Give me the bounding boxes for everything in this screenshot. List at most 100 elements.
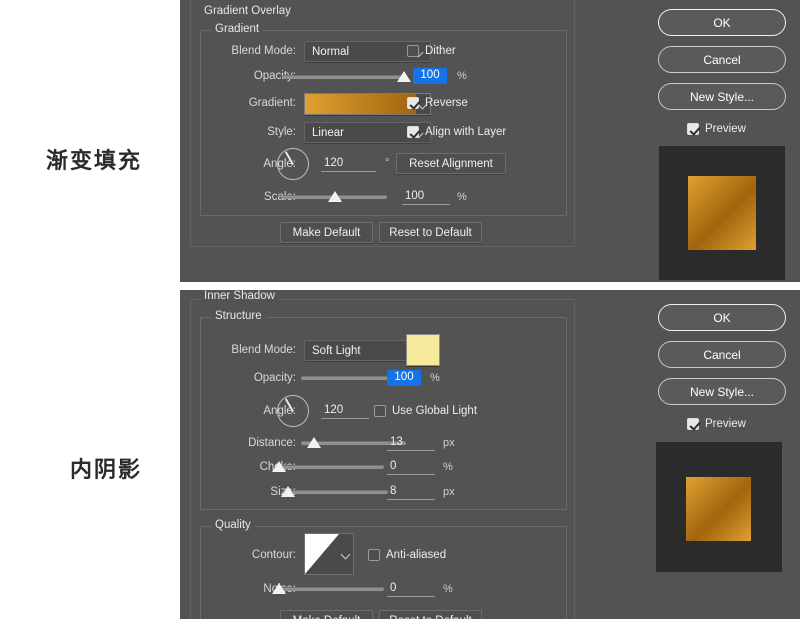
use-global-light-checkbox[interactable]: Use Global Light — [374, 405, 477, 417]
ok-button[interactable]: OK — [658, 304, 786, 331]
preview-checkbox[interactable]: Preview — [687, 123, 746, 135]
noise-slider[interactable] — [279, 582, 384, 596]
size-slider[interactable] — [283, 485, 388, 499]
checkbox-box — [374, 405, 386, 417]
shadow-opacity-label: Opacity: — [200, 372, 296, 384]
gradient-overlay-sidebar: OK Cancel New Style... Preview — [645, 0, 800, 282]
opacity-value-input[interactable]: 100 — [413, 68, 447, 84]
angle-needle — [285, 398, 294, 412]
shadow-blend-mode-value: Soft Light — [312, 345, 361, 357]
slider-track — [282, 75, 404, 79]
angle-dial[interactable] — [277, 148, 309, 180]
distance-unit: px — [443, 437, 455, 449]
anti-aliased-label: Anti-aliased — [386, 549, 446, 561]
layer-preview-thumbnail — [656, 442, 782, 572]
chevron-down-icon[interactable] — [339, 534, 353, 574]
choke-unit: % — [443, 461, 453, 473]
slider-thumb[interactable] — [328, 191, 342, 202]
size-value-input[interactable]: 8 — [387, 484, 435, 500]
contour-picker[interactable] — [304, 533, 354, 575]
ok-button[interactable]: OK — [658, 9, 786, 36]
blend-mode-label: Blend Mode: — [200, 45, 296, 57]
use-global-light-label: Use Global Light — [392, 405, 477, 417]
reverse-label: Reverse — [425, 97, 468, 109]
gradient-overlay-title: Gradient Overlay — [200, 5, 295, 17]
reset-to-default-button[interactable]: Reset to Default — [379, 610, 482, 619]
preview-shape — [688, 176, 756, 250]
preview-checkbox[interactable]: Preview — [687, 418, 746, 430]
noise-unit: % — [443, 583, 453, 595]
choke-slider[interactable] — [279, 460, 384, 474]
preview-label: Preview — [705, 123, 746, 135]
contour-label: Contour: — [200, 549, 296, 561]
shadow-angle-value-input[interactable]: 120 — [321, 403, 369, 419]
anti-aliased-checkbox[interactable]: Anti-aliased — [368, 549, 446, 561]
opacity-slider[interactable] — [282, 70, 404, 84]
shadow-blend-mode-label: Blend Mode: — [200, 344, 296, 356]
cancel-button[interactable]: Cancel — [658, 341, 786, 368]
inner-shadow-sidebar: OK Cancel New Style... Preview — [645, 290, 800, 619]
structure-group-title: Structure — [211, 310, 266, 322]
checkbox-box — [687, 123, 699, 135]
style-label: Style: — [200, 126, 296, 138]
gradient-overlay-dialog: Gradient Overlay Gradient Blend Mode: No… — [180, 0, 800, 282]
dither-label: Dither — [425, 45, 456, 57]
gradient-preview-strip — [305, 94, 416, 114]
panel-separator — [180, 282, 800, 290]
slider-thumb[interactable] — [307, 437, 321, 448]
slider-thumb[interactable] — [272, 461, 286, 472]
make-default-button[interactable]: Make Default — [280, 610, 373, 619]
reverse-checkbox[interactable]: Reverse — [407, 97, 468, 109]
make-default-button[interactable]: Make Default — [280, 222, 373, 243]
gradient-label: Gradient: — [200, 97, 296, 109]
shadow-color-swatch[interactable] — [406, 334, 440, 366]
choke-value-input[interactable]: 0 — [387, 459, 435, 475]
checkbox-box — [687, 418, 699, 430]
checkbox-box — [407, 126, 419, 138]
new-style-button[interactable]: New Style... — [658, 378, 786, 405]
inner-shadow-dialog: Inner Shadow Structure Blend Mode: Soft … — [180, 290, 800, 619]
dither-checkbox[interactable]: Dither — [407, 45, 456, 57]
noise-value-input[interactable]: 0 — [387, 581, 435, 597]
style-value: Linear — [312, 127, 344, 139]
scale-slider[interactable] — [282, 190, 387, 204]
annotation-inner-shadow: 内阴影 — [70, 452, 142, 484]
gradient-overlay-body: Gradient Overlay Gradient Blend Mode: No… — [180, 0, 645, 282]
slider-track — [283, 490, 388, 494]
gradient-group-title: Gradient — [211, 23, 263, 35]
slider-track — [279, 587, 384, 591]
align-with-layer-checkbox[interactable]: Align with Layer — [407, 126, 506, 138]
checkbox-box — [368, 549, 380, 561]
inner-shadow-body: Inner Shadow Structure Blend Mode: Soft … — [180, 290, 645, 619]
preview-shape — [686, 477, 751, 541]
scale-unit: % — [457, 191, 467, 203]
layer-preview-thumbnail — [659, 146, 785, 280]
reset-to-default-button[interactable]: Reset to Default — [379, 222, 482, 243]
blend-mode-value: Normal — [312, 46, 349, 58]
screenshot-root: 渐变填充 内阴影 Gradient Overlay Gradient Blend… — [0, 0, 800, 619]
shadow-angle-dial[interactable] — [277, 395, 309, 427]
slider-thumb[interactable] — [397, 71, 411, 82]
preview-label: Preview — [705, 418, 746, 430]
cancel-button[interactable]: Cancel — [658, 46, 786, 73]
shadow-opacity-unit: % — [430, 372, 440, 384]
distance-label: Distance: — [200, 437, 296, 449]
slider-thumb[interactable] — [272, 583, 286, 594]
angle-unit: ° — [385, 157, 389, 169]
angle-needle — [285, 151, 294, 165]
contour-curve-icon — [305, 534, 339, 574]
distance-value-input[interactable]: 13 — [387, 435, 435, 451]
angle-value-input[interactable]: 120 — [321, 156, 376, 172]
checkbox-box — [407, 45, 419, 57]
shadow-opacity-value-input[interactable]: 100 — [387, 370, 421, 386]
size-unit: px — [443, 486, 455, 498]
opacity-unit: % — [457, 70, 467, 82]
new-style-button[interactable]: New Style... — [658, 83, 786, 110]
slider-track — [279, 465, 384, 469]
checkbox-box — [407, 97, 419, 109]
inner-shadow-title: Inner Shadow — [200, 290, 279, 302]
scale-value-input[interactable]: 100 — [402, 189, 450, 205]
slider-thumb[interactable] — [281, 486, 295, 497]
reset-alignment-button[interactable]: Reset Alignment — [396, 153, 506, 174]
quality-group-title: Quality — [211, 519, 255, 531]
